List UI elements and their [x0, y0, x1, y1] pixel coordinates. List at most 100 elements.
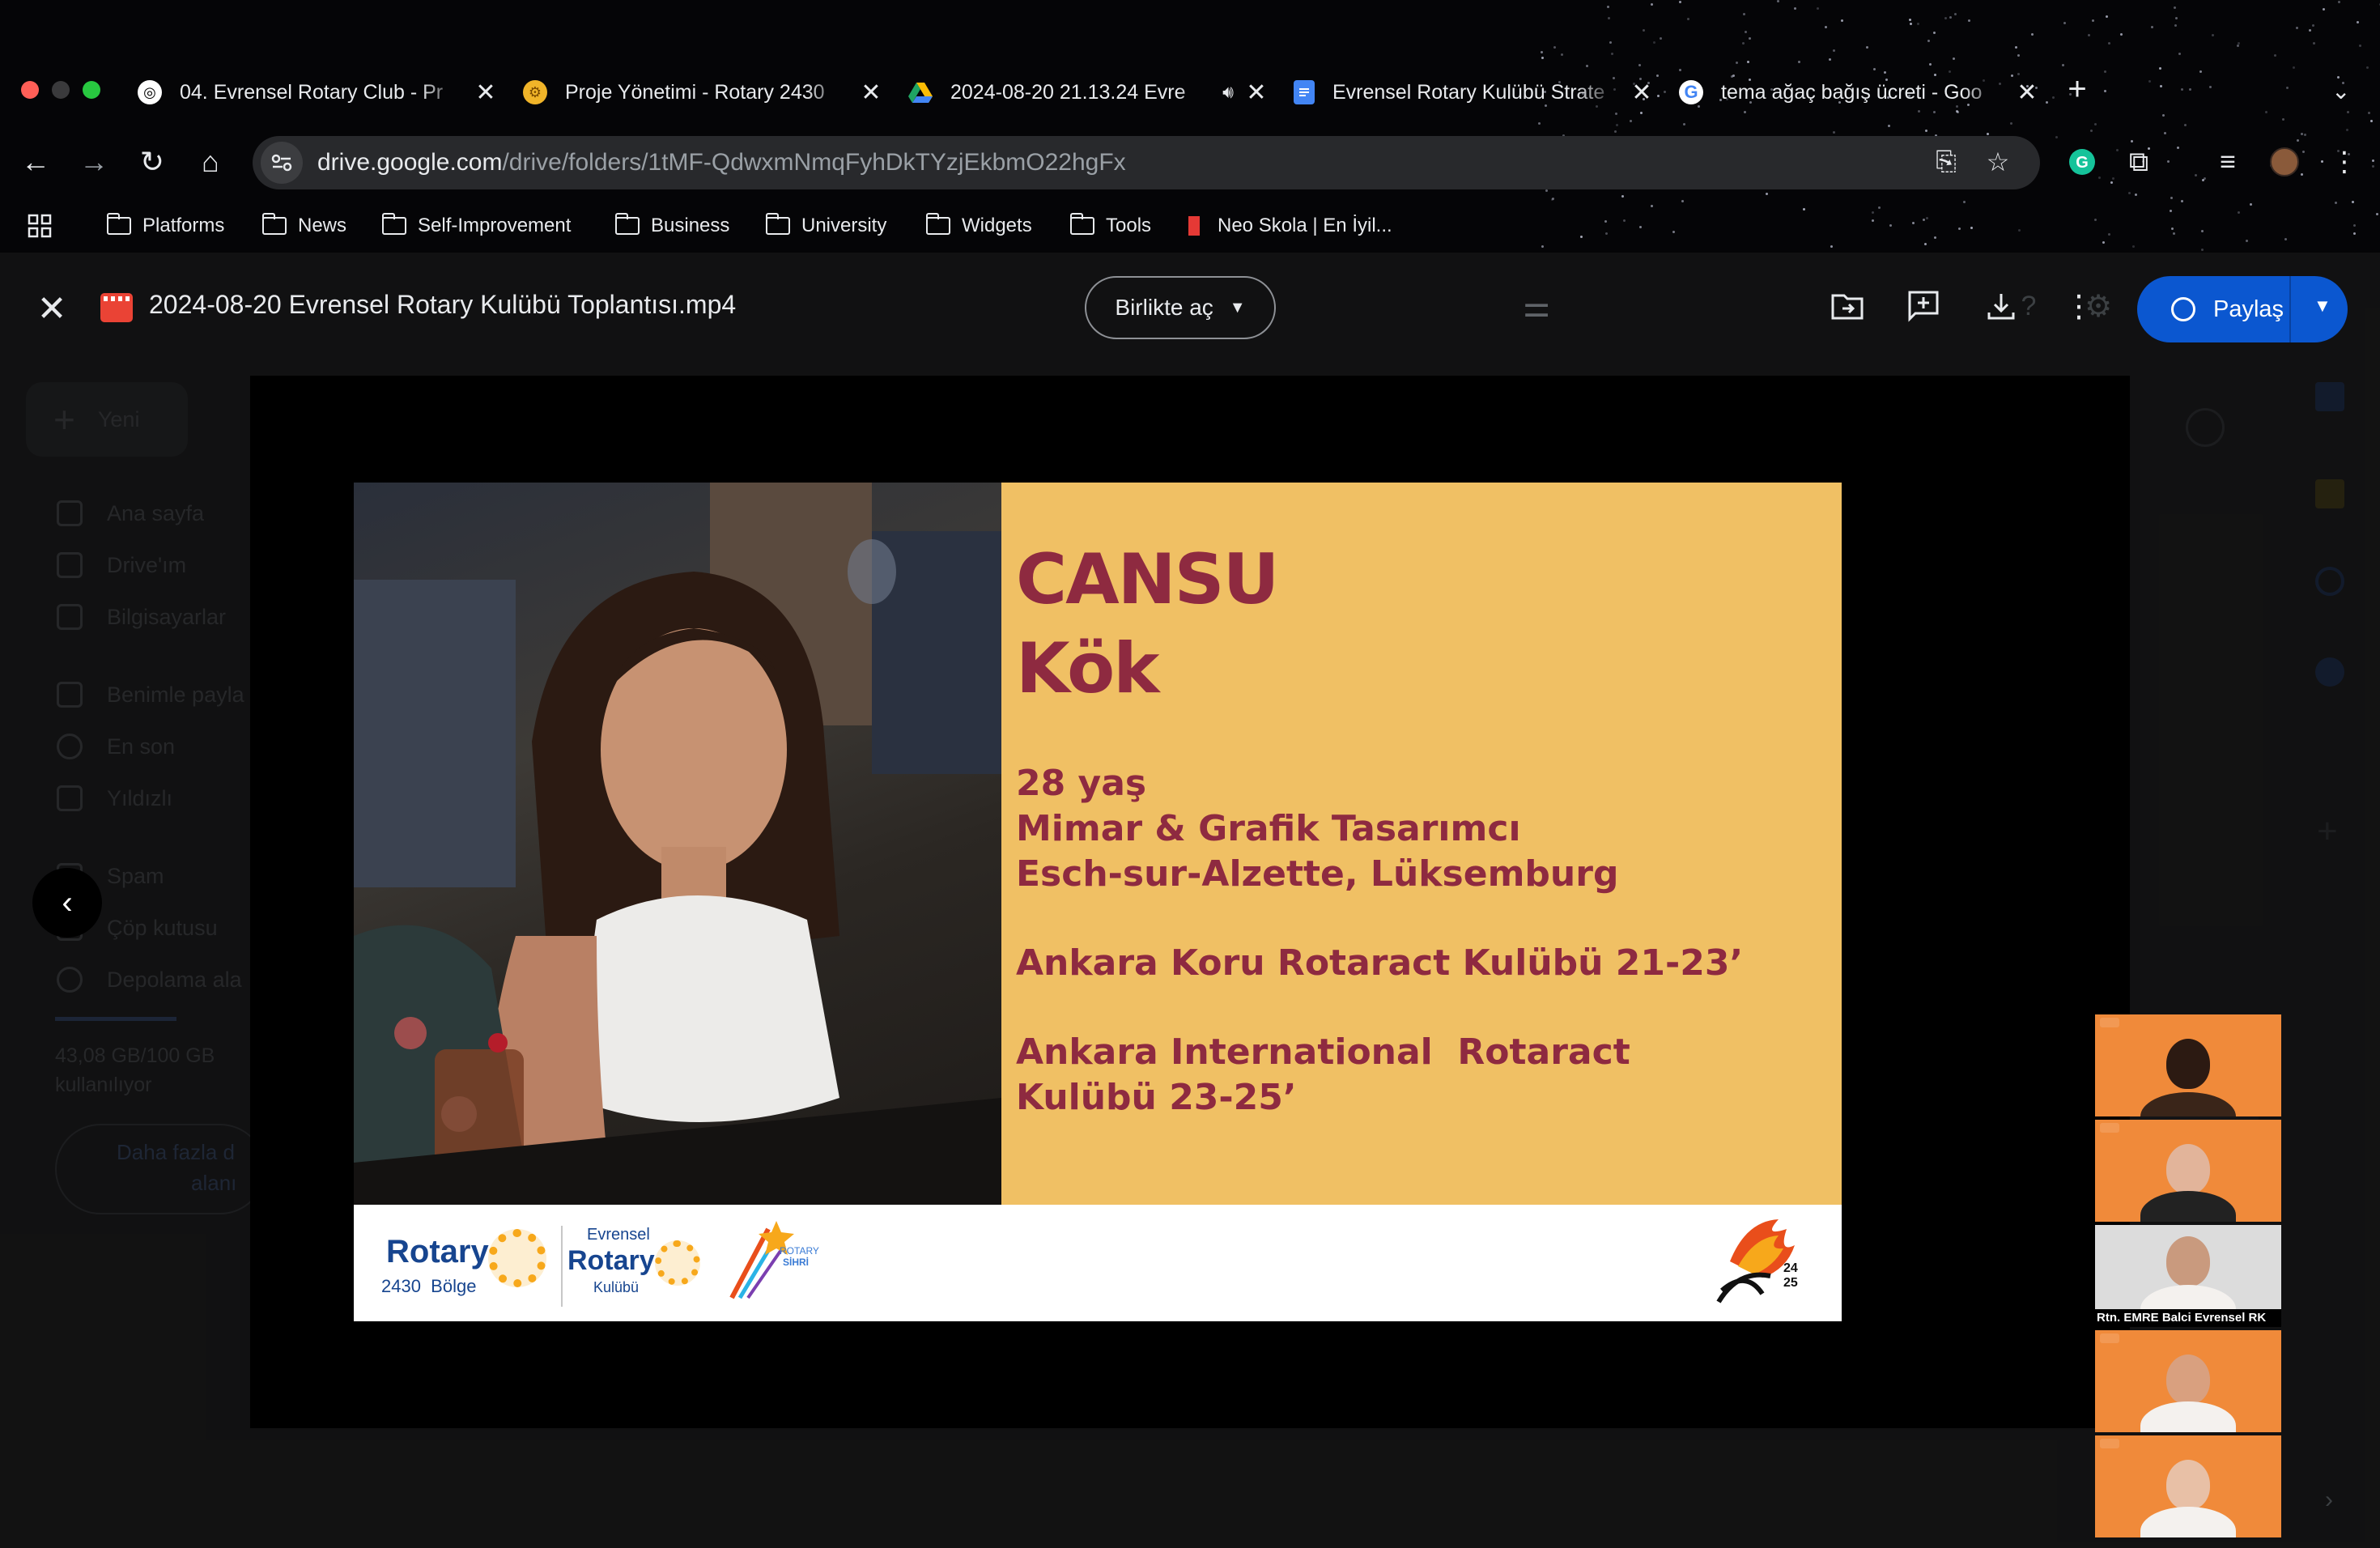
sihri-text-2: SİHRİ [783, 1257, 810, 1268]
google-drive-icon [908, 80, 933, 104]
media-controls-icon[interactable]: ≡ [2208, 142, 2247, 181]
url-host: drive.google.com [317, 149, 503, 176]
globe-icon [2171, 297, 2195, 321]
bookmark-folder-news[interactable]: News [262, 207, 346, 245]
chrome-menu-icon[interactable]: ⋮ [2325, 142, 2364, 181]
share-button[interactable]: Paylaş ▼ [2137, 276, 2348, 342]
star-decoration [1798, 61, 1801, 64]
star-decoration [1908, 19, 1911, 22]
star-decoration [2094, 123, 2097, 126]
participant-tile [2095, 1435, 2281, 1537]
zoom-window-button[interactable] [83, 81, 100, 99]
participant-gallery: Rtn. EMRE Balci Evrensel RK [2095, 1014, 2281, 1539]
kulubu-label: Kulübü [593, 1279, 640, 1295]
bookmark-ribbon-icon [1188, 216, 1200, 236]
extensions-puzzle-icon[interactable]: ⧉ [2119, 142, 2158, 181]
close-tab-icon[interactable]: ✕ [1629, 79, 1655, 106]
bookmark-folder-tools[interactable]: Tools [1070, 207, 1151, 245]
new-tab-icon[interactable]: + [2061, 73, 2093, 105]
star-decoration [2304, 133, 2307, 136]
apps-grid-icon[interactable] [28, 207, 52, 245]
bookmark-label: Tools [1106, 215, 1152, 236]
star-decoration [2158, 66, 2161, 70]
rotary-logo-small [2100, 1333, 2119, 1343]
tab-title: Proje Yönetimi - Rotary 2430 [565, 80, 825, 104]
tab-rotary-club[interactable]: ◎ 04. Evrensel Rotary Club - Pr ✕ [130, 68, 515, 117]
home-icon[interactable]: ⌂ [191, 142, 230, 181]
tab-google-search[interactable]: G tema ağaç bağış ücreti - Goo ✕ [1671, 68, 2056, 117]
star-decoration [2337, 0, 2340, 3]
star-decoration [1777, 0, 1780, 2]
bookmark-neo-skola[interactable]: Neo Skola | En İyil... [1188, 207, 1392, 245]
bookmark-folder-self-improvement[interactable]: Self-Improvement [382, 207, 571, 245]
profile-avatar[interactable] [2265, 142, 2304, 181]
video-player[interactable]: CANSU Kök 28 yaş Mimar & Grafik Tasarımc… [250, 376, 2281, 1537]
add-comment-icon[interactable] [1902, 285, 1944, 327]
bookmark-label: University [801, 215, 887, 236]
minimize-window-button[interactable] [52, 81, 70, 99]
star-decoration [2160, 84, 2163, 87]
open-with-button[interactable]: Birlikte aç ▼ [1085, 276, 1276, 339]
bookmark-label: Business [651, 215, 730, 236]
bookmark-label: Self-Improvement [418, 215, 572, 236]
rotary-wordmark-2: Rotary [567, 1245, 655, 1276]
star-decoration [1541, 245, 1544, 249]
star-decoration [1967, 19, 1970, 23]
previous-file-button[interactable]: ‹ [32, 868, 102, 938]
star-decoration [2301, 132, 2304, 135]
star-decoration [2358, 45, 2361, 48]
settings-gear-icon: ⚙ [2084, 289, 2113, 324]
close-tab-icon[interactable]: ✕ [1243, 79, 1269, 106]
star-decoration [1686, 17, 1689, 20]
adjust-icon[interactable]: ⚌ [1515, 285, 1558, 327]
participant-name-label: Rtn. EMRE Balci Evrensel RK [2095, 1309, 2281, 1327]
close-viewer-icon[interactable]: ✕ [32, 290, 71, 329]
bookmark-folder-widgets[interactable]: Widgets [926, 207, 1032, 245]
reload-icon[interactable]: ↻ [133, 142, 172, 181]
close-tab-icon[interactable]: ✕ [473, 79, 499, 106]
star-decoration [1541, 57, 1544, 60]
star-decoration [2131, 245, 2135, 249]
move-to-folder-icon[interactable] [1826, 285, 1868, 327]
star-decoration [1586, 64, 1589, 67]
google-docs-icon [1294, 80, 1315, 104]
participant-head [2166, 1354, 2210, 1405]
star-decoration [1743, 12, 1746, 15]
star-decoration [2208, 85, 2212, 88]
share-dropdown-icon[interactable]: ▼ [2314, 296, 2331, 317]
bookmark-folder-university[interactable]: University [766, 207, 886, 245]
bookmark-star-icon[interactable]: ☆ [1982, 146, 2014, 178]
star-decoration [1909, 22, 1912, 25]
bookmark-folder-business[interactable]: Business [615, 207, 729, 245]
site-settings-icon[interactable] [261, 142, 303, 184]
club-history-1: Ankara Koru Rotaract Kulübü 21-23’ [1016, 942, 1744, 984]
tab-search-chevron-icon[interactable]: ⌄ [2331, 78, 2350, 104]
tab-title: tema ağaç bağış ücreti - Goo [1721, 80, 1983, 104]
bookmark-folder-platforms[interactable]: Platforms [107, 207, 224, 245]
close-window-button[interactable] [21, 81, 39, 99]
close-tab-icon[interactable]: ✕ [858, 79, 884, 106]
star-decoration [2293, 66, 2296, 69]
grammarly-icon[interactable]: G [2063, 142, 2102, 181]
install-app-icon[interactable]: ⎘ [1930, 146, 1962, 178]
url-text[interactable]: drive.google.com/drive/folders/1tMF-Qdwx… [317, 149, 1126, 176]
window-controls [21, 81, 100, 99]
rotary-wheel-icon: ⚙ [523, 80, 547, 104]
star-decoration [2063, 21, 2066, 24]
speaker-icon[interactable]: 🔊︎ [1222, 82, 1234, 103]
participant-body [2140, 1401, 2236, 1432]
forward-arrow-icon[interactable]: → [74, 142, 113, 181]
address-bar[interactable]: drive.google.com/drive/folders/1tMF-Qdwx… [253, 136, 2040, 189]
star-decoration [1608, 17, 1611, 20]
close-tab-icon[interactable]: ✕ [2014, 79, 2040, 106]
tab-proje-yonetimi[interactable]: ⚙ Proje Yönetimi - Rotary 2430 ✕ [515, 68, 900, 117]
star-decoration [2170, 196, 2173, 199]
caret-down-icon: ▼ [1229, 298, 1246, 317]
tab-title: Evrensel Rotary Kulübü Strate [1332, 80, 1605, 104]
tab-drive-video[interactable]: 2024-08-20 21.13.24 Evre 🔊︎ ✕ [900, 68, 1286, 117]
back-arrow-icon[interactable]: ← [16, 142, 55, 181]
tab-title: 2024-08-20 21.13.24 Evre [950, 80, 1186, 104]
browser-window: ◎ 04. Evrensel Rotary Club - Pr ✕ ⚙ Proj… [0, 0, 2380, 1548]
tab-strateji-doc[interactable]: Evrensel Rotary Kulübü Strate ✕ [1286, 68, 1671, 117]
star-decoration [1925, 130, 1928, 133]
